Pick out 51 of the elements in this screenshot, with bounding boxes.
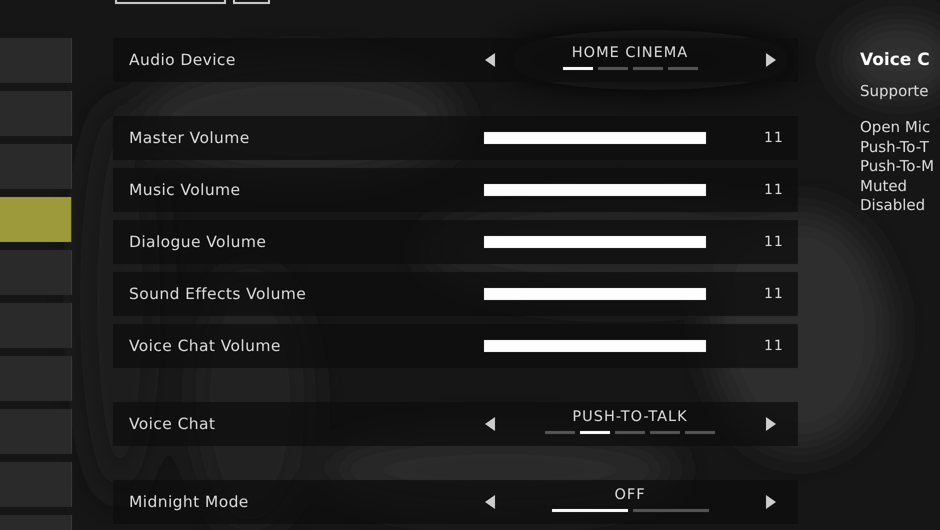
sidebar-item[interactable] <box>0 250 72 295</box>
right-arrow-icon[interactable] <box>766 53 776 67</box>
setting-label: Voice Chat <box>129 415 216 433</box>
left-arrow-icon[interactable] <box>485 417 495 431</box>
slider-value: 11 <box>764 338 784 354</box>
slider-value: 11 <box>764 234 784 250</box>
sidebar-item[interactable] <box>0 91 72 136</box>
setting-row[interactable]: Master Volume 11 <box>113 116 798 160</box>
setting-row[interactable]: Sound Effects Volume 11 <box>113 272 798 316</box>
slider-fill[interactable] <box>484 236 706 248</box>
setting-label: Voice Chat Volume <box>129 337 282 355</box>
setting-row[interactable]: Dialogue Volume 11 <box>113 220 798 264</box>
slider-fill[interactable] <box>484 288 706 300</box>
slider-value: 11 <box>764 182 784 198</box>
setting-label: Audio Device <box>129 51 237 69</box>
right-arrow-icon[interactable] <box>766 417 776 431</box>
panel-title: Voice C <box>860 50 931 70</box>
selector-value: OFF <box>614 486 646 502</box>
slider-fill[interactable] <box>484 132 706 144</box>
selector-value: HOME CINEMA <box>572 44 688 60</box>
slider-value: 11 <box>764 130 784 146</box>
setting-row[interactable]: Audio Device HOME CINEMA <box>113 38 798 82</box>
panel-text: Push-To-M <box>860 157 936 176</box>
panel-text: Push-To-T <box>860 138 930 157</box>
setting-row[interactable]: Music Volume 11 <box>113 168 798 212</box>
setting-label: Master Volume <box>129 129 251 147</box>
slider-fill[interactable] <box>484 340 706 352</box>
left-arrow-icon[interactable] <box>485 53 495 67</box>
sidebar-item[interactable] <box>0 197 72 242</box>
sidebar-item[interactable] <box>0 409 72 454</box>
selector-value: PUSH-TO-TALK <box>572 408 688 424</box>
sidebar-item[interactable] <box>0 144 72 189</box>
slider-fill[interactable] <box>484 184 706 196</box>
left-arrow-icon[interactable] <box>485 495 495 509</box>
slider-value: 11 <box>764 286 784 302</box>
setting-label: Dialogue Volume <box>129 233 268 251</box>
sidebar-item[interactable] <box>0 303 72 348</box>
setting-label: Sound Effects Volume <box>129 285 308 303</box>
panel-text: Disabled <box>860 196 926 216</box>
panel-subtitle: Supporte <box>860 82 930 100</box>
right-arrow-icon[interactable] <box>766 495 776 509</box>
setting-row[interactable]: Voice Chat PUSH-TO-TALK <box>113 402 798 446</box>
sidebar-item[interactable] <box>0 38 72 83</box>
sidebar-item[interactable] <box>0 462 72 507</box>
setting-label: Music Volume <box>129 181 242 199</box>
setting-row[interactable]: Voice Chat Volume 11 <box>113 324 798 368</box>
setting-label: Midnight Mode <box>129 493 250 511</box>
sidebar-item[interactable] <box>0 356 72 401</box>
setting-row[interactable]: Midnight Mode OFF <box>113 480 798 524</box>
panel-text: Open Mic <box>860 118 932 138</box>
panel-text: Muted <box>860 176 908 196</box>
